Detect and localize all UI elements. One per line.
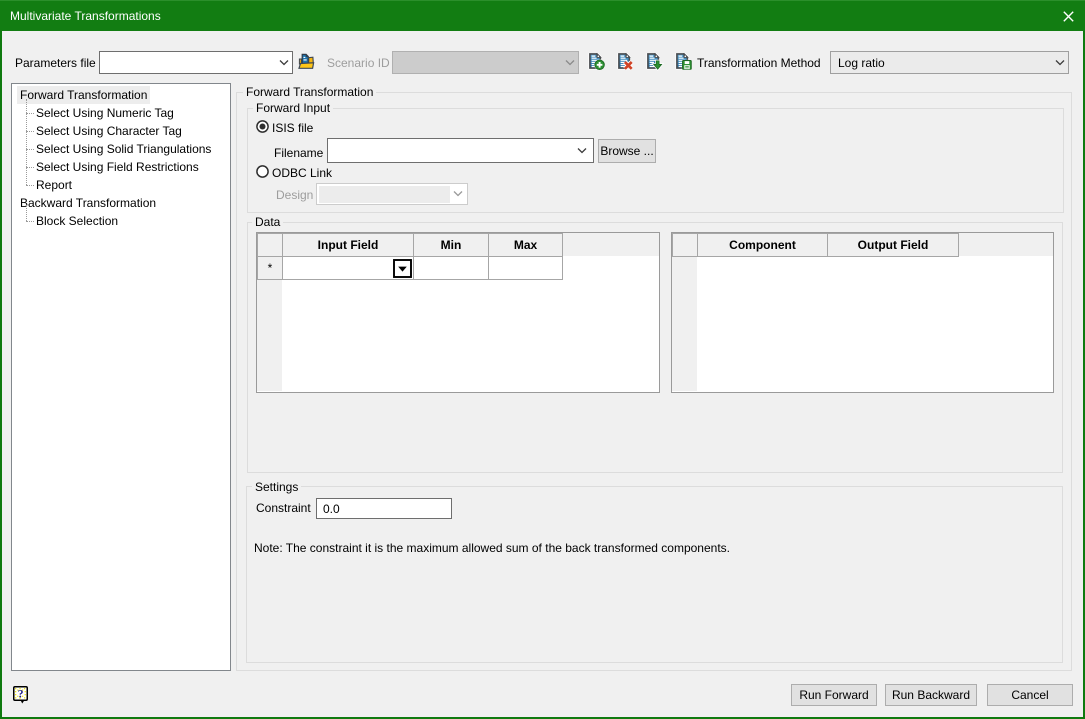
svg-text:?: ? bbox=[18, 688, 24, 700]
